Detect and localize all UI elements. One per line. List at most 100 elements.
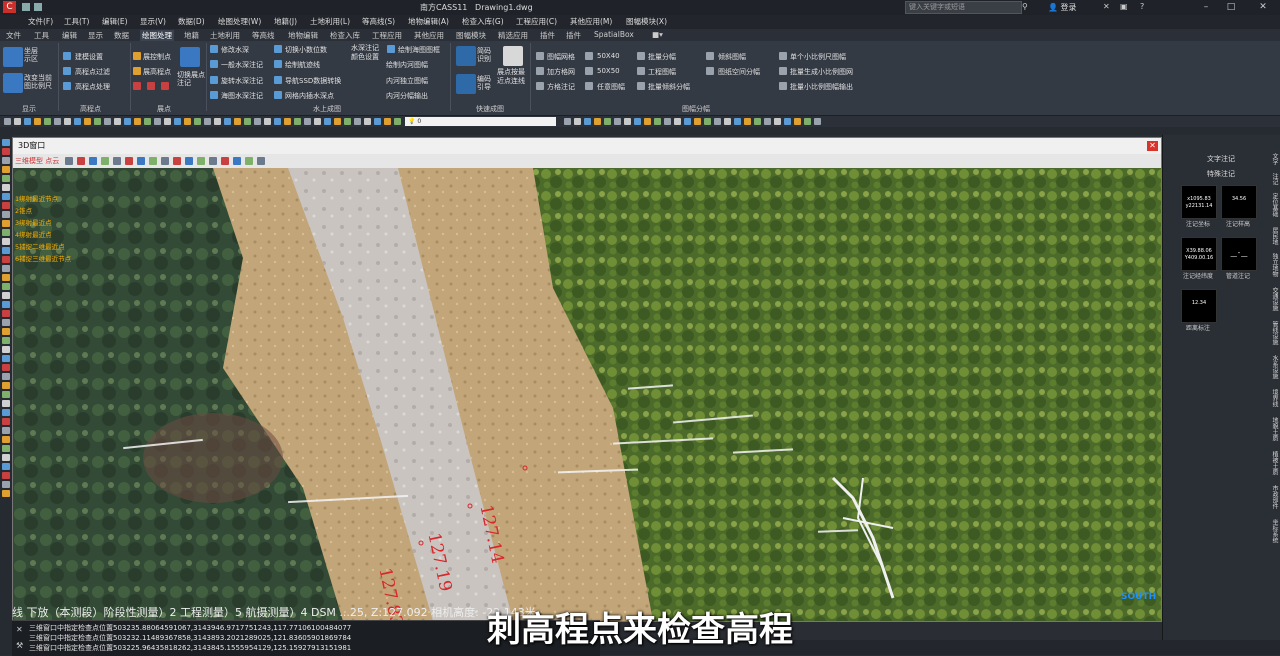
toolbar-tool-icon[interactable] <box>664 118 671 125</box>
3d-tool-icon[interactable] <box>197 157 205 165</box>
toolbar-tool-icon[interactable] <box>164 118 171 125</box>
toolbar-tool-icon[interactable] <box>274 118 281 125</box>
help-icon[interactable]: ? <box>1140 2 1144 11</box>
draw-tool-icon[interactable] <box>2 427 10 434</box>
toolbar-tool-icon[interactable] <box>334 118 341 125</box>
exchange-icon[interactable]: ✕ <box>1103 2 1110 11</box>
snap-option[interactable]: 6捕捉三维最近节点 <box>15 253 71 263</box>
cart-icon[interactable]: ▣ <box>1120 2 1128 11</box>
draw-tool-icon[interactable] <box>2 382 10 389</box>
draw-tool-icon[interactable] <box>2 229 10 236</box>
3d-tool-icon[interactable] <box>209 157 217 165</box>
batch-small-scale-grid-button[interactable]: 批量生成小比例图网 <box>790 67 853 77</box>
toolbar-tool-icon[interactable] <box>694 118 701 125</box>
draw-tool-icon[interactable] <box>2 292 10 299</box>
toolbar-tool-icon[interactable] <box>584 118 591 125</box>
3d-tool-icon[interactable] <box>233 157 241 165</box>
track-line-button[interactable]: 绘制航迹线 <box>285 60 320 70</box>
palette-tab[interactable]: 地貌土质 <box>1270 417 1279 441</box>
draw-tool-icon[interactable] <box>2 301 10 308</box>
single-small-scale-button[interactable]: 单个小比例尺图幅 <box>790 52 846 62</box>
toolbar-tool-icon[interactable] <box>734 118 741 125</box>
tab-plugin-1[interactable]: 插件 <box>540 30 555 41</box>
tab-featured[interactable]: 精选应用 <box>498 30 528 41</box>
toolbar-tool-icon[interactable] <box>294 118 301 125</box>
toolbar-tool-icon[interactable] <box>724 118 731 125</box>
coordinate-label-tile[interactable]: x1095.83 y22131.14 <box>1181 185 1217 219</box>
toolbar-tool-icon[interactable] <box>594 118 601 125</box>
3d-tool-icon[interactable] <box>221 157 229 165</box>
menu-check[interactable]: 检查入库(G) <box>462 16 504 27</box>
tab-edit[interactable]: 编辑 <box>62 30 77 41</box>
decimal-digits-button[interactable]: 切换小数位数 <box>285 45 327 55</box>
palette-tab[interactable]: 水系设施 <box>1270 355 1279 379</box>
palette-tab[interactable]: 注记 <box>1270 173 1279 185</box>
tab-engineering[interactable]: 工程应用 <box>372 30 402 41</box>
palette-header[interactable]: 特殊注记 <box>1181 169 1261 179</box>
toolbar-tool-icon[interactable] <box>684 118 691 125</box>
toolbar-tool-icon[interactable] <box>814 118 821 125</box>
draw-tool-icon[interactable] <box>2 247 10 254</box>
tab-landuse[interactable]: 土地利用 <box>210 30 240 41</box>
draw-tool-icon[interactable] <box>2 409 10 416</box>
river-sheet-button[interactable]: 绘制内河图幅 <box>386 60 428 70</box>
toggle-label-icon[interactable] <box>180 47 200 67</box>
nearest-connect-icon[interactable] <box>503 46 523 66</box>
3d-tool-icon[interactable] <box>77 157 85 165</box>
draw-tool-icon[interactable] <box>2 436 10 443</box>
open-icon[interactable] <box>34 3 42 11</box>
river-single-sheet-button[interactable]: 内河独立图幅 <box>386 76 428 86</box>
draw-tool-icon[interactable] <box>2 157 10 164</box>
sheet-50x50-button[interactable]: 50X50 <box>597 67 620 75</box>
menu-sheets[interactable]: 图幅模块(X) <box>626 16 667 27</box>
paper-space-split-button[interactable]: 图纸空间分幅 <box>718 67 760 77</box>
toolbar-tool-icon[interactable] <box>314 118 321 125</box>
palette-tab[interactable]: 文字 <box>1270 153 1279 165</box>
toolbar-tool-icon[interactable] <box>264 118 271 125</box>
3d-tool-icon[interactable] <box>245 157 253 165</box>
toolbar-tool-icon[interactable] <box>234 118 241 125</box>
maximize-button[interactable]: □ <box>1220 0 1242 15</box>
layer-display-button[interactable]: 坐层示区 <box>24 47 44 63</box>
scale-icon[interactable] <box>3 73 23 93</box>
toolbar-tool-icon[interactable] <box>794 118 801 125</box>
tab-check[interactable]: 检查入库 <box>330 30 360 41</box>
toolbar-tool-icon[interactable] <box>224 118 231 125</box>
tab-data[interactable]: 数据 <box>114 30 129 41</box>
3d-tool-icon[interactable] <box>257 157 265 165</box>
tab-cadastre[interactable]: 地籍 <box>184 30 199 41</box>
draw-tool-icon[interactable] <box>2 256 10 263</box>
draw-tool-icon[interactable] <box>2 328 10 335</box>
toolbar-tool-icon[interactable] <box>204 118 211 125</box>
draw-tool-icon[interactable] <box>2 184 10 191</box>
minimize-button[interactable]: – <box>1195 0 1217 15</box>
toolbar-tool-icon[interactable] <box>244 118 251 125</box>
draw-tool-icon[interactable] <box>2 490 10 497</box>
draw-tool-icon[interactable] <box>2 166 10 173</box>
toolbar-tool-icon[interactable] <box>714 118 721 125</box>
code-guide-icon[interactable] <box>456 74 476 94</box>
toolbar-tool-icon[interactable] <box>54 118 61 125</box>
snap-option[interactable]: 2锥点 <box>15 205 32 215</box>
toolbar-tool-icon[interactable] <box>604 118 611 125</box>
draw-tool-icon[interactable] <box>2 418 10 425</box>
draw-tool-icon[interactable] <box>2 283 10 290</box>
toolbar-tool-icon[interactable] <box>34 118 41 125</box>
toolbar-tool-icon[interactable] <box>364 118 371 125</box>
menu-contour[interactable]: 等高线(S) <box>362 16 395 27</box>
point-tool-icon[interactable] <box>161 82 169 90</box>
menu-cadastre[interactable]: 地籍(J) <box>274 16 297 27</box>
palette-tab[interactable]: 独立地物 <box>1270 253 1279 277</box>
toolbar-tool-icon[interactable] <box>64 118 71 125</box>
point-tool-icon[interactable] <box>133 82 141 90</box>
layer-display-icon[interactable] <box>3 47 23 67</box>
palette-header[interactable]: 文字注记 <box>1181 154 1261 164</box>
3d-tool-icon[interactable] <box>149 157 157 165</box>
toggle-point-label-button[interactable]: 切换展点注记 <box>177 71 205 87</box>
palette-tab[interactable]: 境界线 <box>1270 389 1279 407</box>
toolbar-tool-icon[interactable] <box>4 118 11 125</box>
draw-tool-icon[interactable] <box>2 364 10 371</box>
toolbar-tool-icon[interactable] <box>374 118 381 125</box>
elevation-process-button[interactable]: 高程点处理 <box>75 82 110 92</box>
menu-feature-edit[interactable]: 地物编辑(A) <box>408 16 449 27</box>
